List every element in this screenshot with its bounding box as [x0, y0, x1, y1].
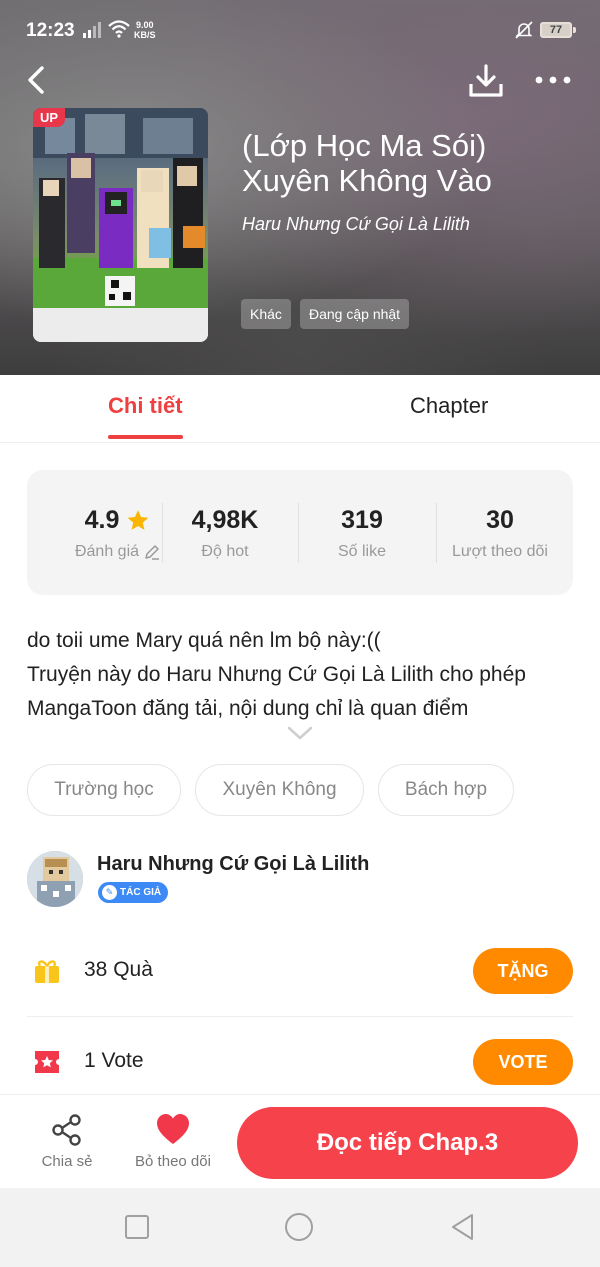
tab-chapters[interactable]: Chapter	[410, 393, 488, 419]
avatar-artwork	[27, 851, 83, 907]
recent-apps-icon[interactable]	[122, 1212, 152, 1242]
signal-icon	[83, 22, 101, 38]
vote-count: 1 Vote	[84, 1049, 144, 1072]
download-icon[interactable]	[467, 62, 505, 100]
vote-button[interactable]: VOTE	[473, 1039, 573, 1085]
more-horizontal-icon[interactable]	[533, 64, 573, 96]
gift-button[interactable]: TẶNG	[473, 948, 573, 994]
story-header: 12:23 9.00 KB/S 77 UP (Lớp Học Ma Sói) X…	[0, 0, 600, 375]
share-label: Chia sẻ	[41, 1153, 93, 1170]
unfollow-label: Bỏ theo dõi	[135, 1153, 211, 1170]
hotness-label: Độ hot	[201, 543, 249, 560]
tab-details[interactable]: Chi tiết	[108, 393, 183, 439]
story-title: (Lớp Học Ma Sói) Xuyên Không Vào	[242, 128, 492, 198]
likes-label: Số like	[337, 543, 387, 560]
likes-value: 319	[341, 506, 383, 534]
followers-value: 30	[486, 506, 514, 534]
battery-indicator: 77	[540, 22, 576, 38]
continue-reading-button[interactable]: Đọc tiếp Chap.3	[237, 1107, 578, 1179]
gift-count: 38 Quà	[84, 958, 153, 981]
followers-label: Lượt theo dõi	[452, 543, 548, 560]
chevron-left-icon[interactable]	[22, 64, 54, 96]
hotness-value: 4,98K	[191, 506, 259, 534]
status-bar: 12:23 9.00 KB/S 77	[0, 0, 600, 60]
stat-hotness: 4,98K Độ hot	[157, 506, 293, 561]
genre-chip-school[interactable]: Trường học	[27, 764, 181, 816]
cover-image[interactable]: UP	[33, 108, 208, 342]
author-badge-label: TÁC GIẢ	[120, 887, 162, 898]
stat-likes: 319 Số like	[294, 506, 430, 561]
genre-chip-transmigration[interactable]: Xuyên Không	[195, 764, 364, 816]
status-time: 12:23	[26, 20, 75, 41]
cover-artwork	[33, 108, 208, 342]
system-nav-bar	[0, 1188, 600, 1267]
ticket-icon	[35, 1051, 59, 1073]
rating-value: 4.9	[84, 506, 120, 534]
author-avatar[interactable]	[27, 851, 83, 907]
tag-chip-status[interactable]: Đang cập nhật	[300, 299, 410, 329]
description-line: do toii ume Mary quá nên lm bộ này:((	[27, 629, 381, 652]
heart-icon	[157, 1114, 189, 1144]
update-badge: UP	[33, 108, 66, 127]
net-speed: 9.00 KB/S	[134, 20, 156, 40]
divider	[27, 1016, 573, 1017]
chevron-down-icon[interactable]	[286, 724, 314, 742]
story-description: do toii ume Mary quá nên lm bộ này:(( Tr…	[27, 624, 577, 726]
star-icon	[127, 510, 149, 530]
bottom-action-bar: Chia sẻ Bỏ theo dõi Đọc tiếp Chap.3	[0, 1094, 600, 1188]
story-author[interactable]: Haru Nhưng Cứ Gọi Là Lilith	[242, 214, 470, 235]
share-icon	[52, 1114, 81, 1146]
stats-card: 4.9 Đánh giá 4,98K Độ hot 319 Số like 30…	[27, 470, 573, 595]
home-icon[interactable]	[284, 1212, 314, 1242]
net-speed-unit: KB/S	[134, 30, 156, 40]
tab-bar: Chi tiết Chapter	[0, 375, 600, 443]
unfollow-action[interactable]: Bỏ theo dõi	[128, 1113, 218, 1170]
author-name[interactable]: Haru Nhưng Cứ Gọi Là Lilith	[97, 853, 369, 876]
net-speed-value: 9.00	[135, 20, 154, 30]
tag-chip-other[interactable]: Khác	[241, 299, 291, 329]
description-line: Truyện này do Haru Nhưng Cứ Gọi Là Lilit…	[27, 663, 526, 720]
rating-label: Đánh giá	[74, 543, 140, 560]
share-action[interactable]: Chia sẻ	[38, 1113, 96, 1170]
genre-chip-yuri[interactable]: Bách hợp	[378, 764, 514, 816]
pen-icon: ✎	[102, 885, 117, 900]
back-triangle-icon[interactable]	[448, 1212, 478, 1242]
stat-followers: 30 Lượt theo dõi	[432, 506, 568, 561]
bell-muted-icon	[515, 21, 533, 39]
author-badge: ✎ TÁC GIẢ	[98, 882, 169, 903]
wifi-icon	[108, 20, 130, 38]
gift-icon	[35, 960, 59, 983]
